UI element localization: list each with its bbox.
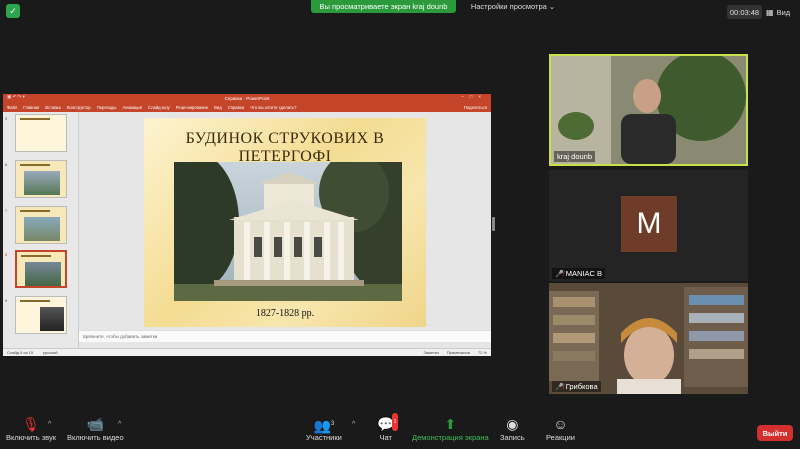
ribbon-tab: Конструктор bbox=[66, 104, 91, 110]
participants-label: Участники bbox=[306, 433, 342, 442]
reactions-icon: ☺ bbox=[553, 416, 568, 432]
record-icon: ◉ bbox=[506, 416, 519, 432]
slide-canvas: БУДИНОК СТРУКОВИХ В ПЕТЕРГОФІ 1827-1828 … bbox=[79, 112, 491, 348]
participant-name: kraj dounb bbox=[557, 152, 593, 161]
video-feed bbox=[551, 56, 746, 164]
video-feed bbox=[549, 283, 748, 394]
view-settings-menu[interactable]: Настройки просмотра ⌄ bbox=[469, 0, 557, 13]
ribbon-tab: Рецензирование bbox=[175, 104, 209, 110]
participants-count: 3 bbox=[330, 421, 335, 427]
video-tile-active-speaker[interactable]: kraj dounb bbox=[549, 54, 748, 166]
thumb-number: 6 bbox=[5, 162, 8, 167]
ppt-title-bar: ▣ ↶ ↷ ▾ Справка · PowerPoint –□× bbox=[3, 94, 491, 102]
video-off-icon: 📹 bbox=[86, 416, 105, 432]
video-tile[interactable]: 🎤̸ Грибкова bbox=[549, 283, 748, 394]
reactions-button[interactable]: ☺ Реакции bbox=[546, 415, 575, 442]
quick-access-icons: ▣ ↶ ↷ ▾ bbox=[7, 94, 25, 99]
slide-caption: 1827-1828 рр. bbox=[255, 308, 315, 319]
thumb-number: 5 bbox=[5, 116, 8, 121]
record-button[interactable]: ◉ Запись bbox=[500, 415, 525, 442]
mic-muted-icon: 🎙 bbox=[22, 416, 40, 432]
ribbon-tab: Анимация bbox=[122, 104, 143, 110]
record-label: Запись bbox=[500, 433, 525, 442]
tell-me-search: Что вы хотите сделать? bbox=[250, 104, 297, 110]
ppt-ribbon: Файл Главная Вставка Конструктор Переход… bbox=[3, 102, 491, 112]
slide-thumbnail-selected bbox=[15, 250, 67, 288]
grid-icon: ▦ bbox=[766, 7, 774, 17]
ppt-status-bar: Слайд 9 из 15 русский Заметки Примечания… bbox=[3, 348, 491, 356]
splitter-handle[interactable] bbox=[492, 217, 495, 231]
current-slide: БУДИНОК СТРУКОВИХ В ПЕТЕРГОФІ 1827-1828 … bbox=[144, 118, 426, 327]
view-settings-label: Настройки просмотра bbox=[470, 2, 547, 11]
share-screen-icon: ⬆ bbox=[444, 416, 457, 432]
participant-name-tag: 🎤̸ MANIAC B bbox=[552, 268, 605, 279]
audio-options-caret-icon[interactable]: ^ bbox=[48, 421, 51, 428]
meeting-timer: 00:03:48 bbox=[727, 5, 762, 19]
ppt-window-title: Справка · PowerPoint bbox=[224, 95, 270, 101]
mic-muted-icon: 🎤̸ bbox=[555, 270, 564, 278]
slide-thumbnail bbox=[15, 206, 67, 244]
ribbon-tab: Переходы bbox=[96, 104, 117, 110]
unmute-button[interactable]: 🎙 Включить звук bbox=[6, 415, 56, 442]
thumb-number: 9 bbox=[5, 298, 8, 303]
chat-label: Чат bbox=[379, 433, 392, 442]
notes-toggle: Заметки bbox=[423, 350, 439, 355]
chevron-down-icon: ⌄ bbox=[548, 2, 556, 11]
shared-screen-powerpoint: ▣ ↶ ↷ ▾ Справка · PowerPoint –□× Файл Гл… bbox=[3, 94, 491, 356]
security-shield-icon[interactable]: ✓ bbox=[6, 4, 20, 18]
start-video-label: Включить видео bbox=[67, 433, 124, 442]
slide-photo-house bbox=[174, 162, 402, 301]
avatar: M bbox=[621, 196, 677, 252]
video-tile[interactable]: M 🎤̸ MANIAC B bbox=[549, 170, 748, 281]
participant-name: MANIAC B bbox=[565, 269, 602, 278]
ribbon-tab: Вставка bbox=[45, 104, 61, 110]
mic-muted-icon: 🎤̸ bbox=[555, 383, 564, 391]
meeting-toolbar: 🎙 Включить звук ^ 📹 Включить видео ^ 👥3 … bbox=[0, 411, 800, 449]
language-indicator: русский bbox=[43, 350, 58, 355]
start-video-button[interactable]: 📹 Включить видео bbox=[67, 415, 124, 442]
slide-thumbnails-pane: 5 6 7 8 9 bbox=[3, 112, 79, 348]
ribbon-tab: Главная bbox=[23, 104, 40, 110]
view-button[interactable]: ▦ Вид bbox=[766, 5, 798, 19]
chat-button[interactable]: 💬 1 Чат bbox=[377, 413, 399, 442]
notes-pane: Щелкните, чтобы добавить заметки bbox=[79, 330, 491, 342]
thumb-number: 7 bbox=[5, 208, 8, 213]
video-options-caret-icon[interactable]: ^ bbox=[118, 421, 121, 428]
slide-thumbnail bbox=[15, 114, 67, 152]
ribbon-tab: Слайд-шоу bbox=[148, 104, 170, 110]
share-screen-label: Демонстрация экрана bbox=[412, 433, 489, 442]
participants-caret-icon[interactable]: ^ bbox=[352, 421, 355, 428]
slide-thumbnail bbox=[15, 296, 67, 334]
slide-title: БУДИНОК СТРУКОВИХ В ПЕТЕРГОФІ bbox=[185, 130, 385, 165]
share-screen-button[interactable]: ⬆ Демонстрация экрана bbox=[412, 415, 489, 442]
reactions-label: Реакции bbox=[546, 433, 575, 442]
participant-name: Грибкова bbox=[565, 382, 598, 391]
ribbon-tab: Справка bbox=[227, 104, 245, 110]
slide-thumbnail bbox=[15, 160, 67, 198]
view-label: Вид bbox=[776, 7, 791, 17]
participants-icon: 👥3 bbox=[313, 417, 335, 434]
thumb-number: 8 bbox=[5, 252, 8, 257]
chat-icon: 💬 1 bbox=[377, 413, 399, 433]
share-banner: Вы просматриваете экран kraj dounb bbox=[311, 0, 456, 13]
participants-button[interactable]: 👥3 Участники bbox=[306, 415, 342, 442]
ribbon-tab: Файл bbox=[7, 104, 18, 110]
participant-name-tag: kraj dounb bbox=[554, 151, 596, 162]
participant-name-tag: 🎤̸ Грибкова bbox=[552, 381, 601, 392]
leave-button[interactable]: Выйти bbox=[757, 425, 793, 441]
comments-toggle: Примечания bbox=[446, 350, 470, 355]
ppt-share-button: Поделиться bbox=[463, 104, 487, 110]
window-controls: –□× bbox=[461, 94, 487, 99]
zoom-level: 72 % bbox=[477, 350, 487, 355]
ribbon-tab: Вид bbox=[214, 104, 222, 110]
chat-badge: 1 bbox=[391, 413, 399, 431]
slide-counter: Слайд 9 из 15 bbox=[7, 350, 34, 355]
unmute-label: Включить звук bbox=[6, 433, 57, 442]
